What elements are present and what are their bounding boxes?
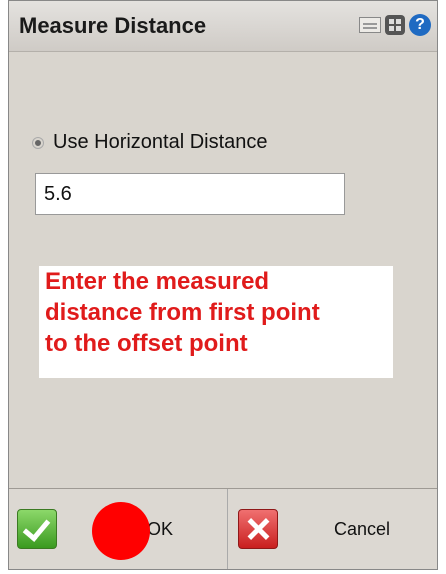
horizontal-distance-option[interactable]: Use Horizontal Distance [33,131,268,154]
cancel-label: Cancel [334,519,391,539]
annotation-line-2: distance from first point [45,299,320,326]
close-x-icon [238,509,278,549]
instruction-annotation: Enter the measured distance from first p… [39,266,393,378]
title-icons: ? [359,14,431,36]
radio-icon[interactable] [33,137,43,148]
apps-grid-icon[interactable] [385,15,405,35]
ok-label: OK [147,519,174,539]
annotation-line-1: Enter the measured [45,268,270,295]
action-bar: OK Cancel [9,488,437,569]
measure-distance-window: Measure Distance ? Use Horizontal Distan… [8,0,438,570]
help-icon[interactable]: ? [409,14,431,36]
tap-marker [92,502,150,560]
checkmark-icon [17,509,57,549]
distance-input[interactable] [35,173,345,215]
keyboard-icon[interactable] [359,17,381,33]
option-label: Use Horizontal Distance [53,131,268,153]
window-title: Measure Distance [19,13,207,38]
cancel-button[interactable]: Cancel [228,489,437,569]
title-bar: Measure Distance ? [9,1,437,52]
annotation-line-3: to the offset point [45,330,248,357]
